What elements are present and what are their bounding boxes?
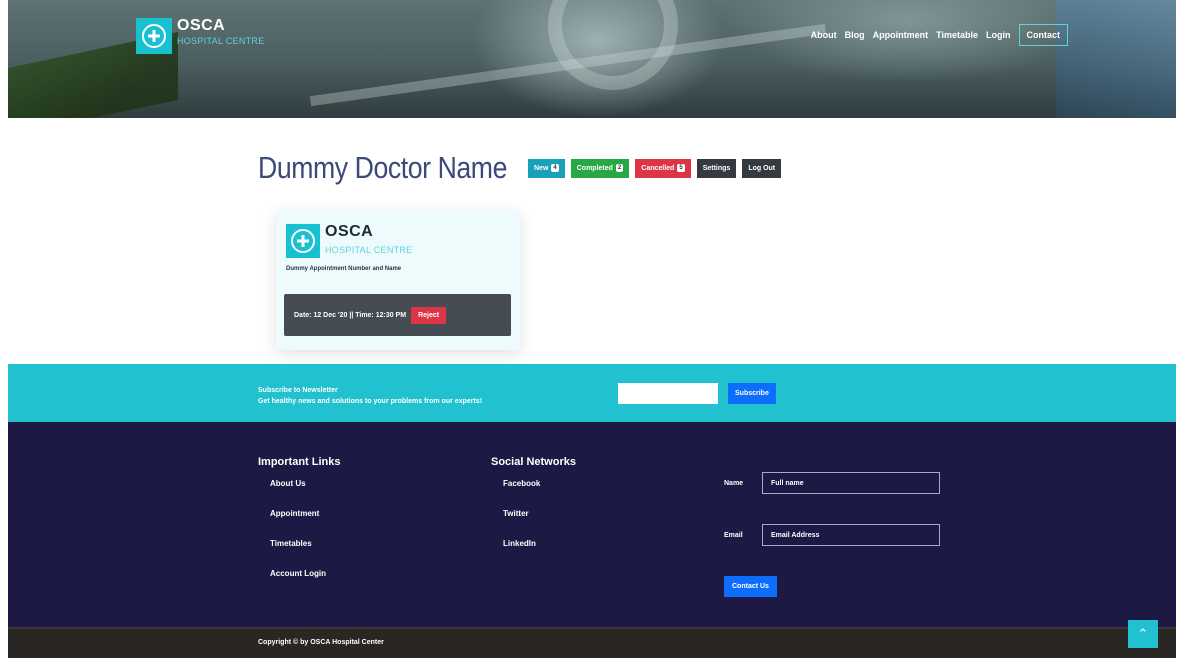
settings-button[interactable]: Settings	[696, 158, 737, 178]
appointment-datetime: Date: 12 Dec '20 || Time: 12:30 PM	[294, 311, 407, 319]
newsletter-section: Subscribe to Newsletter Get healthy news…	[8, 364, 1176, 422]
cancelled-count-badge: 5	[677, 164, 685, 172]
newsletter-subtitle: Get healthy news and solutions to your p…	[258, 398, 483, 405]
page-title: Dummy Doctor Name	[258, 150, 507, 185]
completed-count-badge: 2	[615, 164, 624, 172]
footer-social-title: Social Networks	[491, 456, 576, 468]
name-label: Name	[724, 479, 744, 487]
medical-cross-icon	[136, 18, 172, 54]
footer-link-account-login[interactable]: Account Login	[258, 568, 341, 598]
footer-link-about[interactable]: About Us	[258, 478, 341, 508]
subscribe-button[interactable]: Subscribe	[728, 383, 776, 404]
brand-subtitle: HOSPITAL CENTRE	[177, 36, 265, 46]
card-logo: OSCA HOSPITAL CENTRE	[276, 210, 520, 258]
contact-form: Name Full name Email Email Address Conta…	[724, 472, 940, 597]
footer-important-links: Important Links About Us Appointment Tim…	[258, 456, 341, 598]
footer-link-appointment[interactable]: Appointment	[258, 508, 341, 538]
logout-button[interactable]: Log Out	[742, 158, 782, 178]
reject-button[interactable]: Reject	[411, 306, 447, 324]
copyright-text: Copyright © by OSCA Hospital Center	[258, 639, 384, 646]
page: OSCA HOSPITAL CENTRE About Blog Appointm…	[8, 0, 1176, 658]
email-field[interactable]: Email Address	[762, 524, 940, 546]
back-to-top-button[interactable]: ⌃	[1128, 620, 1158, 648]
hero-header: OSCA HOSPITAL CENTRE About Blog Appointm…	[8, 0, 1176, 118]
main-nav: About Blog Appointment Timetable Login C…	[811, 24, 1068, 46]
nav-login[interactable]: Login	[986, 30, 1011, 40]
nav-timetable[interactable]: Timetable	[936, 30, 978, 40]
completed-appointments-button[interactable]: Completed 2	[570, 158, 630, 178]
name-field[interactable]: Full name	[762, 472, 940, 494]
site-logo[interactable]: OSCA HOSPITAL CENTRE	[136, 18, 265, 54]
copyright-bar: Copyright © by OSCA Hospital Center	[8, 627, 1176, 658]
footer-social-networks: Social Networks Facebook Twitter LinkedI…	[491, 456, 576, 568]
footer-link-facebook[interactable]: Facebook	[491, 478, 576, 508]
new-count-badge: 4	[551, 164, 559, 172]
footer-link-twitter[interactable]: Twitter	[491, 508, 576, 538]
nav-appointment[interactable]: Appointment	[873, 30, 929, 40]
completed-label: Completed	[576, 164, 613, 172]
nav-contact[interactable]: Contact	[1018, 24, 1068, 46]
newsletter-title: Subscribe to Newsletter	[258, 387, 338, 394]
contact-us-button[interactable]: Contact Us	[724, 576, 777, 597]
brand-name: OSCA	[325, 223, 374, 240]
footer-link-linkedin[interactable]: LinkedIn	[491, 538, 576, 568]
footer-links-title: Important Links	[258, 456, 341, 468]
hero-background-decoration	[1056, 0, 1176, 118]
new-label: New	[534, 164, 549, 172]
footer: Important Links About Us Appointment Tim…	[8, 422, 1176, 627]
doctor-header: Dummy Doctor Name New 4 Completed 2 Canc…	[258, 150, 782, 186]
medical-cross-icon	[286, 224, 320, 258]
appointment-card: OSCA HOSPITAL CENTRE Dummy Appointment N…	[276, 210, 520, 350]
email-label: Email	[724, 531, 743, 539]
newsletter-email-input[interactable]	[618, 383, 718, 404]
cancelled-label: Cancelled	[641, 164, 675, 172]
new-appointments-button[interactable]: New 4	[528, 158, 565, 178]
cancelled-appointments-button[interactable]: Cancelled 5	[635, 158, 691, 178]
footer-link-timetables[interactable]: Timetables	[258, 538, 341, 568]
hero-background-decoration	[548, 0, 678, 90]
nav-blog[interactable]: Blog	[845, 30, 865, 40]
chevron-up-icon: ⌃	[1137, 626, 1149, 641]
brand-subtitle: HOSPITAL CENTRE	[325, 245, 413, 255]
nav-about[interactable]: About	[811, 30, 837, 40]
brand-name: OSCA	[177, 17, 226, 34]
appointment-details-bar: Date: 12 Dec '20 || Time: 12:30 PM Rejec…	[284, 294, 511, 336]
appointment-title: Dummy Appointment Number and Name	[286, 266, 402, 272]
